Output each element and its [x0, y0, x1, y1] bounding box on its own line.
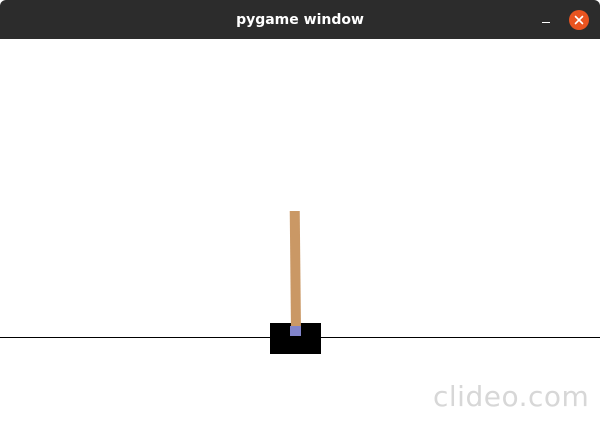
minimize-button[interactable]	[536, 12, 556, 28]
minimize-icon	[542, 22, 550, 23]
close-icon	[574, 15, 584, 25]
game-canvas[interactable]: clideo.com	[0, 39, 600, 430]
window-title: pygame window	[236, 12, 364, 28]
axle	[290, 326, 301, 336]
pygame-window: pygame window clideo.com	[0, 0, 600, 430]
watermark-text: clideo.com	[433, 380, 590, 413]
pole	[289, 210, 301, 332]
close-button[interactable]	[569, 10, 589, 30]
title-bar[interactable]: pygame window	[0, 0, 600, 39]
